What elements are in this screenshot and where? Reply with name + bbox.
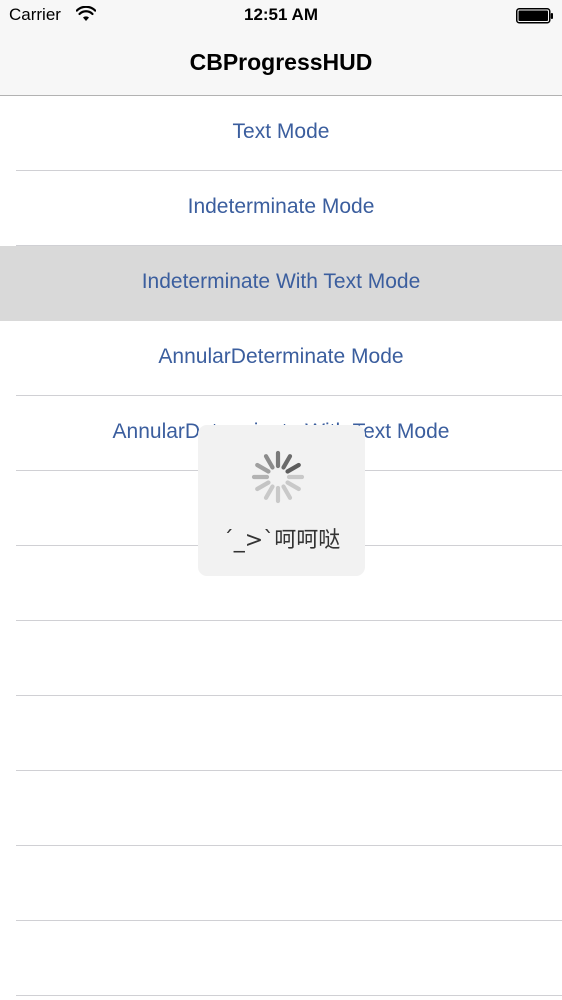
navigation-bar: CBProgressHUD	[0, 32, 562, 96]
table-row-empty[interactable]	[0, 771, 562, 846]
status-bar: Carrier 12:51 AM	[0, 0, 562, 32]
status-time: 12:51 AM	[243, 5, 318, 24]
table-row-annular-determinate-mode[interactable]: AnnularDeterminate Mode	[0, 321, 562, 396]
table-row-empty[interactable]	[0, 696, 562, 771]
row-label: Indeterminate Mode	[187, 195, 375, 218]
row-label: AnnularDeterminate Mode	[158, 345, 404, 368]
table-row-empty[interactable]	[0, 846, 562, 921]
battery-icon	[516, 8, 554, 29]
progress-hud: ´_>`呵呵哒	[198, 425, 365, 576]
table-row-indeterminate-with-text-mode[interactable]: Indeterminate With Text Mode	[0, 246, 562, 321]
activity-spinner-icon	[248, 447, 308, 512]
table-row-empty[interactable]	[0, 621, 562, 696]
row-label: Indeterminate With Text Mode	[141, 270, 421, 293]
hud-label: ´_>`呵呵哒	[222, 528, 341, 553]
nav-title: CBProgressHUD	[189, 49, 373, 75]
table-row-empty[interactable]	[0, 921, 562, 996]
row-label: Text Mode	[232, 120, 330, 143]
table-row-indeterminate-mode[interactable]: Indeterminate Mode	[0, 171, 562, 246]
row-separator	[16, 995, 562, 996]
table-row-text-mode[interactable]: Text Mode	[0, 96, 562, 171]
